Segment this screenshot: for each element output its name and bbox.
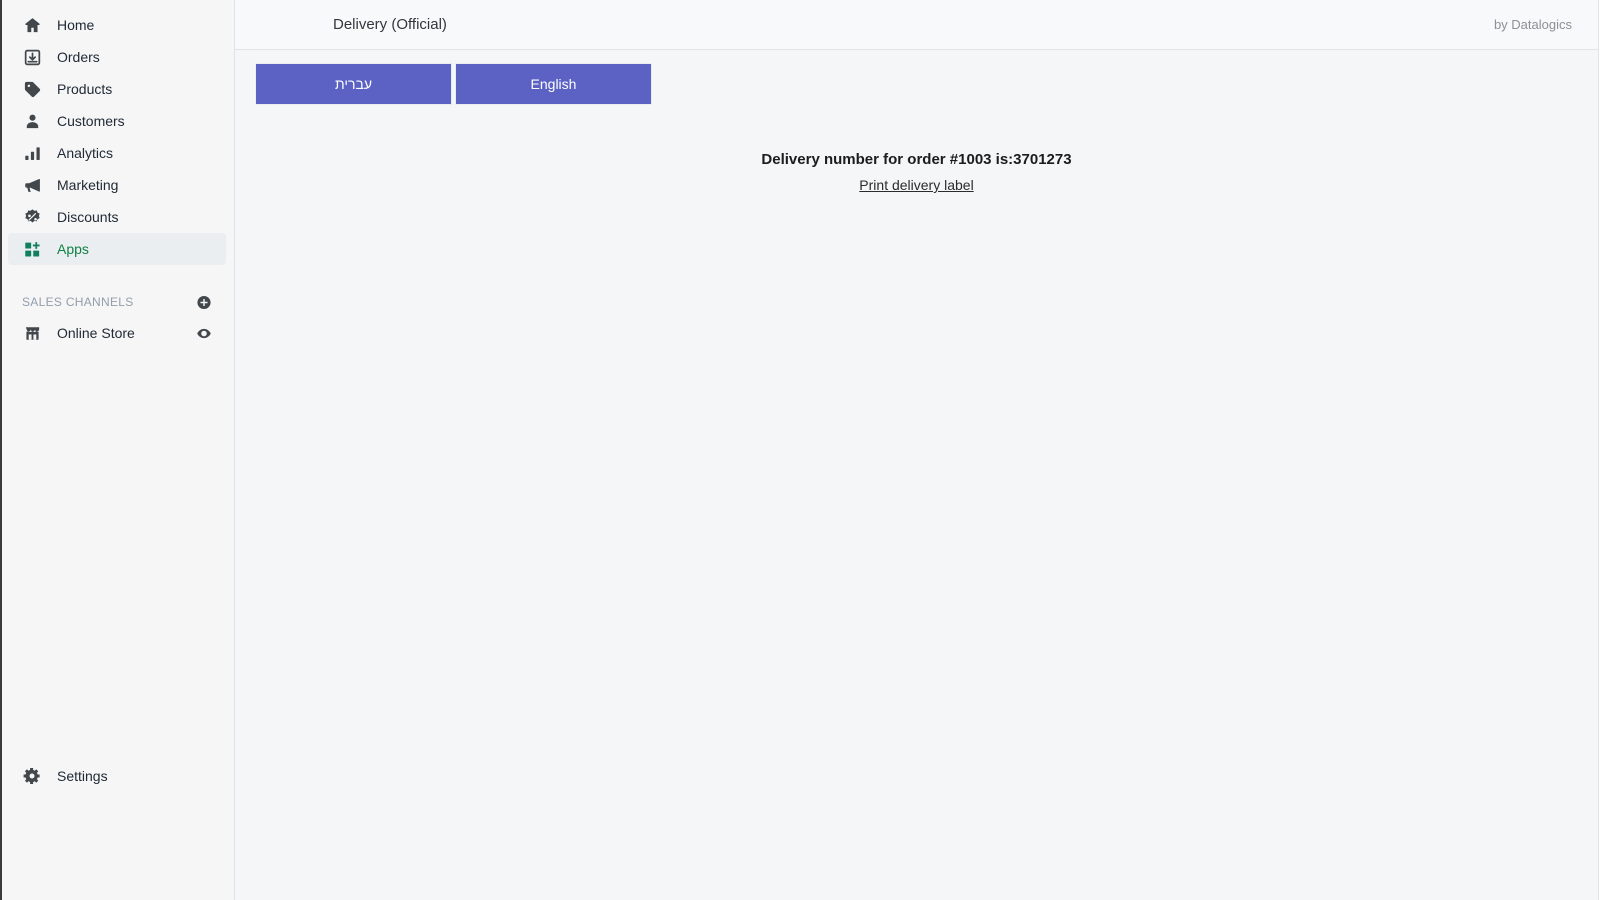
left-edge-rail xyxy=(0,0,8,900)
home-icon xyxy=(22,15,42,35)
sales-channels-title: SALES CHANNELS xyxy=(22,295,134,309)
admin-app-window: Home Orders Products Customers Analytics… xyxy=(0,0,1600,900)
sidebar-item-label: Settings xyxy=(57,768,108,784)
language-button-hebrew[interactable]: עברית xyxy=(256,64,451,104)
sidebar-item-label: Customers xyxy=(57,113,125,129)
sidebar-item-label: Marketing xyxy=(57,177,119,193)
primary-nav: Home Orders Products Customers Analytics… xyxy=(8,9,234,265)
apps-icon xyxy=(22,239,42,259)
sidebar-item-products[interactable]: Products xyxy=(8,73,226,105)
delivery-result: Delivery number for order #1003 is:37012… xyxy=(235,149,1598,195)
page-title: Delivery (Official) xyxy=(333,16,447,33)
discounts-icon xyxy=(22,207,42,227)
delivery-number-message: Delivery number for order #1003 is:37012… xyxy=(761,151,1072,168)
sales-channels-header: SALES CHANNELS xyxy=(8,287,234,317)
sidebar-item-online-store[interactable]: Online Store xyxy=(8,317,234,349)
orders-icon xyxy=(22,47,42,67)
sidebar-item-discounts[interactable]: Discounts xyxy=(8,201,226,233)
sidebar-item-label: Home xyxy=(57,17,95,33)
eye-icon[interactable] xyxy=(196,325,212,341)
language-switcher: עברית English xyxy=(235,64,1598,104)
sidebar-item-marketing[interactable]: Marketing xyxy=(8,169,226,201)
sidebar-item-apps[interactable]: Apps xyxy=(8,233,226,265)
sidebar-item-label: Analytics xyxy=(57,145,114,161)
main-sidebar: Home Orders Products Customers Analytics… xyxy=(8,0,235,900)
language-button-english[interactable]: English xyxy=(456,64,651,104)
sidebar-item-analytics[interactable]: Analytics xyxy=(8,137,226,169)
sidebar-item-label: Apps xyxy=(57,241,89,257)
sidebar-item-label: Discounts xyxy=(57,209,119,225)
app-credit: by Datalogics xyxy=(1493,17,1572,32)
sidebar-item-label: Products xyxy=(57,81,113,97)
customers-icon xyxy=(22,111,42,131)
sidebar-item-settings[interactable]: Settings xyxy=(8,760,235,792)
print-delivery-label-link[interactable]: Print delivery label xyxy=(859,177,973,193)
embedded-app-frame: עברית English Delivery number for order … xyxy=(235,50,1598,900)
products-icon xyxy=(22,79,42,99)
app-topbar: Delivery (Official) by Datalogics xyxy=(235,0,1598,50)
marketing-icon xyxy=(22,175,42,195)
sidebar-item-label: Orders xyxy=(57,49,100,65)
analytics-icon xyxy=(22,143,42,163)
plus-circle-icon[interactable] xyxy=(196,294,212,310)
gear-icon xyxy=(22,766,42,786)
sidebar-item-label: Online Store xyxy=(57,325,135,341)
sidebar-item-home[interactable]: Home xyxy=(8,9,226,41)
store-icon xyxy=(22,323,42,343)
main-content: Delivery (Official) by Datalogics עברית … xyxy=(235,0,1599,900)
sidebar-item-orders[interactable]: Orders xyxy=(8,41,226,73)
sidebar-item-customers[interactable]: Customers xyxy=(8,105,226,137)
